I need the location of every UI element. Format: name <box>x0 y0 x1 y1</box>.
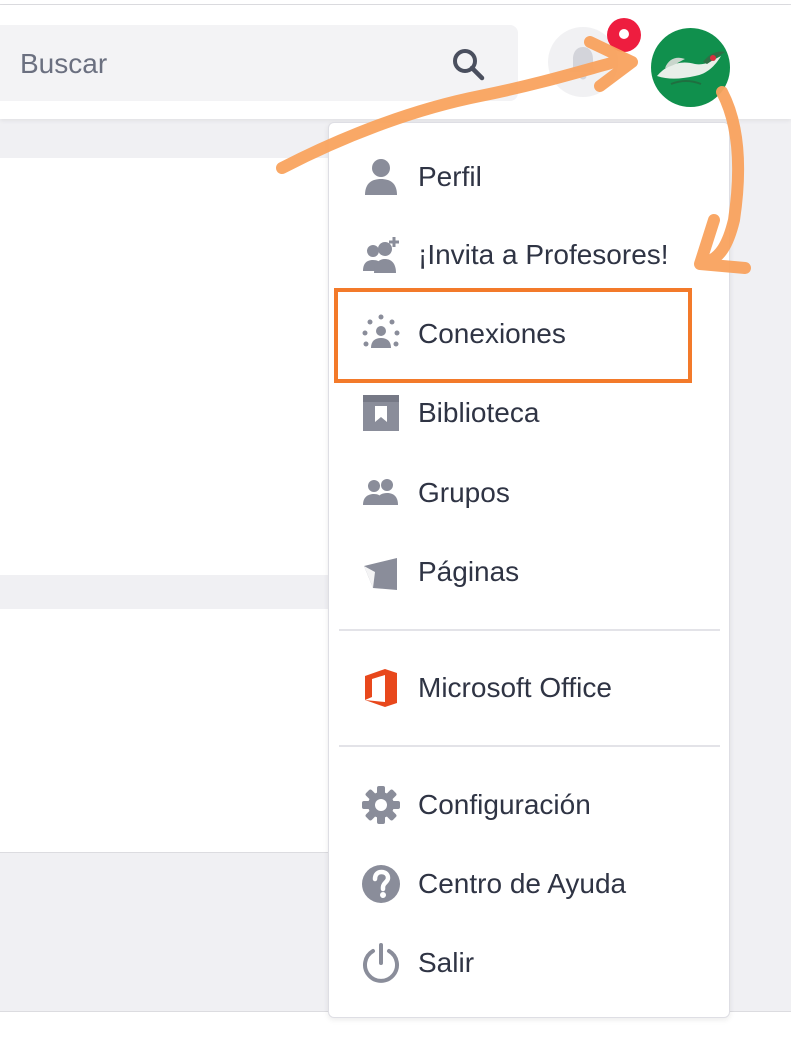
search-icon[interactable] <box>450 46 486 82</box>
pages-icon <box>364 558 397 590</box>
user-avatar[interactable] <box>651 28 730 107</box>
highlight-box <box>334 288 692 383</box>
library-icon <box>363 395 399 431</box>
menu-item-invite-teachers[interactable]: ¡Invita a Profesores! <box>329 225 729 285</box>
menu-label: Biblioteca <box>418 397 540 428</box>
top-header <box>0 5 791 119</box>
menu-divider <box>339 745 720 747</box>
power-icon <box>363 943 399 983</box>
menu-divider <box>339 629 720 631</box>
user-dropdown-menu: Perfil ¡Invita a Profesores! Conexiones <box>328 122 730 1018</box>
menu-label: Microsoft Office <box>418 672 612 703</box>
microsoft-office-icon <box>365 669 397 707</box>
menu-label: Centro de Ayuda <box>418 868 627 899</box>
menu-label: Grupos <box>418 477 510 508</box>
menu-label: Páginas <box>418 556 520 587</box>
menu-item-perfil[interactable]: Perfil <box>329 147 729 207</box>
menu-label: Perfil <box>418 161 482 192</box>
background-card <box>0 609 328 853</box>
search-box[interactable] <box>0 25 518 103</box>
menu-item-centro-de-ayuda[interactable]: Centro de Ayuda <box>329 854 729 914</box>
background-card <box>0 158 328 575</box>
menu-item-microsoft-office[interactable]: Microsoft Office <box>329 658 729 718</box>
menu-item-grupos[interactable]: Grupos <box>329 463 729 523</box>
menu-label: Salir <box>418 947 475 978</box>
bell-icon <box>569 47 597 80</box>
menu-label: ¡Invita a Profesores! <box>418 239 669 270</box>
person-icon <box>365 159 397 195</box>
menu-item-biblioteca[interactable]: Biblioteca <box>329 383 729 443</box>
menu-item-salir[interactable]: Salir <box>329 933 729 993</box>
search-input[interactable] <box>18 25 452 103</box>
menu-item-configuracion[interactable]: Configuración <box>329 775 729 835</box>
avatar-bird-icon <box>657 51 725 85</box>
notification-badge[interactable] <box>607 18 641 52</box>
invite-users-icon <box>363 237 399 273</box>
groups-icon <box>363 479 398 505</box>
menu-item-paginas[interactable]: Páginas <box>329 542 729 602</box>
menu-label: Configuración <box>418 789 591 820</box>
gear-icon <box>362 786 400 824</box>
help-icon <box>362 865 400 903</box>
